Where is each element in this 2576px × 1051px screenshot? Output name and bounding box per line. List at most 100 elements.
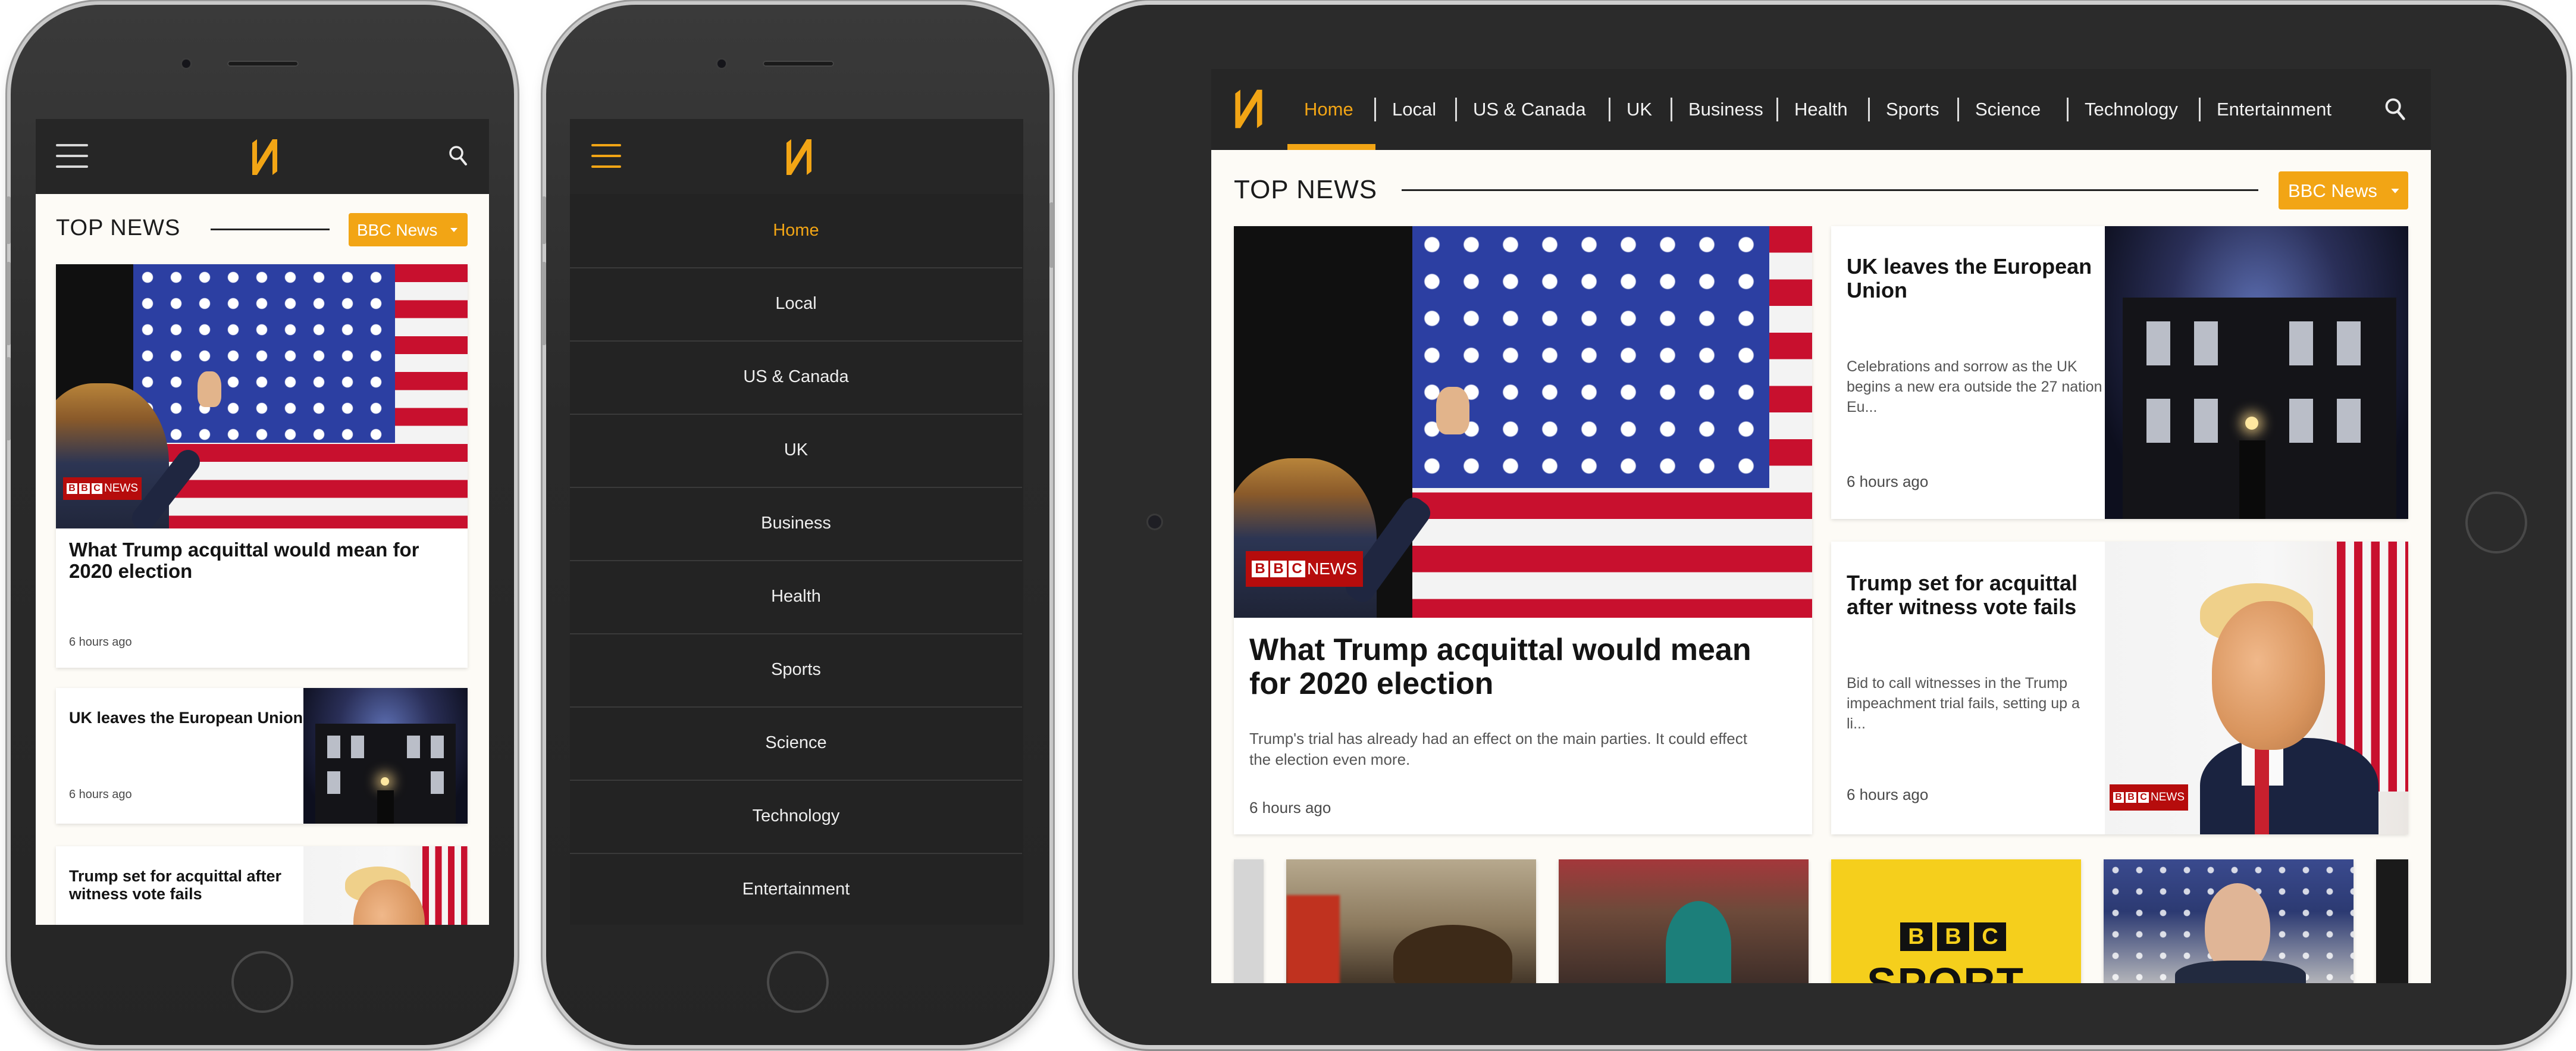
thumb-bbc-sport[interactable]: B B C SPORT	[1831, 859, 2081, 983]
article-image-downing-street	[2105, 226, 2408, 519]
logo-n-icon	[252, 139, 277, 175]
source-dropdown[interactable]: BBC News	[2279, 171, 2408, 209]
article-card-featured[interactable]: BBC NEWS What Trump acquittal would mean…	[1234, 226, 1812, 834]
hamburger-icon[interactable]	[591, 144, 621, 168]
front-camera	[717, 60, 726, 68]
menu-item-business[interactable]: Business	[570, 487, 1022, 561]
section-title: TOP NEWS	[56, 215, 181, 240]
home-button[interactable]	[231, 951, 293, 1013]
article-title[interactable]: What Trump acquittal would mean for 2020…	[1249, 633, 1797, 701]
mute-switch	[7, 196, 11, 244]
logo-n-icon	[786, 139, 811, 175]
nav-tab-uk[interactable]: UK	[1627, 69, 1652, 150]
article-title[interactable]: UK leaves the European Union	[69, 709, 307, 727]
menu-item-home[interactable]: Home	[570, 194, 1022, 268]
nav-tab-us-canada[interactable]: US & Canada	[1473, 69, 1586, 150]
menu-item-uk[interactable]: UK	[570, 414, 1022, 488]
source-dropdown[interactable]: BBC News	[349, 213, 468, 246]
volume-up-button	[7, 262, 11, 345]
article-card-uk-eu[interactable]: UK leaves the European Union Celebration…	[1831, 226, 2408, 519]
bbc-news-badge: BBC NEWS	[63, 477, 142, 500]
thumb-crowd[interactable]	[1559, 859, 1809, 983]
section-title: TOP NEWS	[1234, 175, 1378, 204]
menu-item-us-canada[interactable]: US & Canada	[570, 340, 1022, 415]
search-icon[interactable]	[2384, 98, 2406, 121]
bbc-sport-wordmark: SPORT	[1867, 958, 2025, 983]
article-excerpt: Bid to call witnesses in the Trump impea…	[1847, 675, 2080, 732]
article-card-featured[interactable]: BBC NEWS What Trump acquittal would mean…	[56, 264, 468, 668]
nav-separator	[1455, 98, 1457, 121]
article-card-trump-vote[interactable]: Trump set for acquittal after witness vo…	[56, 846, 468, 925]
nav-separator	[2199, 98, 2201, 121]
menu-item-sports[interactable]: Sports	[570, 633, 1022, 708]
mute-switch	[542, 196, 546, 244]
tablet-navbar: Home Local US & Canada UK Business Healt…	[1211, 69, 2431, 150]
nav-separator	[1671, 98, 1672, 121]
nav-tab-health[interactable]: Health	[1794, 69, 1848, 150]
mobile-navbar	[570, 119, 1023, 194]
nav-tab-sports[interactable]: Sports	[1886, 69, 1939, 150]
nav-tab-science[interactable]: Science	[1975, 69, 2041, 150]
feed-content: TOP NEWS BBC News BBC NEWS What Trump ac…	[36, 194, 489, 925]
article-excerpt: Trump's trial has already had an effect …	[1249, 730, 1747, 769]
caret-down-icon	[450, 228, 457, 232]
volume-up-button	[542, 262, 546, 345]
article-image-downing-street	[303, 688, 468, 824]
search-icon[interactable]	[449, 145, 468, 167]
carousel-partial-right[interactable]	[2376, 859, 2408, 983]
menu-item-science[interactable]: Science	[570, 706, 1022, 781]
brand-logo[interactable]	[1233, 87, 1266, 133]
article-title[interactable]: Trump set for acquittal after witness vo…	[1847, 571, 2102, 618]
menu-item-technology[interactable]: Technology	[570, 780, 1022, 854]
menu-item-local[interactable]: Local	[570, 267, 1022, 342]
nav-tab-business[interactable]: Business	[1688, 69, 1763, 150]
mobile-navbar	[36, 119, 489, 194]
front-camera	[1148, 515, 1161, 528]
article-title[interactable]: UK leaves the European Union	[1847, 255, 2102, 302]
article-time: 6 hours ago	[1249, 799, 1331, 817]
article-time: 6 hours ago	[1847, 786, 1929, 803]
earpiece-speaker	[763, 61, 834, 67]
volume-down-button	[7, 357, 11, 440]
nav-separator	[1609, 98, 1610, 121]
nav-separator	[2067, 98, 2069, 121]
menu-item-entertainment[interactable]: Entertainment	[570, 853, 1022, 925]
menu-item-health[interactable]: Health	[570, 560, 1022, 634]
nav-separator	[1374, 98, 1376, 121]
nav-tab-technology[interactable]: Technology	[2085, 69, 2178, 150]
home-button[interactable]	[2465, 492, 2527, 553]
source-dropdown-label: BBC News	[2288, 180, 2377, 201]
article-time: 6 hours ago	[69, 788, 132, 801]
power-button	[1049, 202, 1054, 268]
source-dropdown-label: BBC News	[357, 221, 438, 239]
article-time: 6 hours ago	[69, 636, 132, 649]
carousel-partial-left[interactable]	[1234, 859, 1264, 983]
article-card-trump-vote[interactable]: Trump set for acquittal after witness vo…	[1831, 542, 2408, 834]
bbc-news-badge: BBC NEWS	[2110, 784, 2188, 811]
nav-separator	[1868, 98, 1870, 121]
brand-logo[interactable]	[250, 137, 281, 180]
hamburger-icon[interactable]	[56, 144, 88, 168]
article-image-flag: BBC NEWS	[56, 264, 468, 528]
article-time: 6 hours ago	[1847, 473, 1929, 490]
article-title[interactable]: Trump set for acquittal after witness vo…	[69, 867, 307, 903]
thumb-wall-street-bull[interactable]	[1286, 859, 1536, 983]
article-excerpt: Celebrations and sorrow as the UK begins…	[1847, 358, 2102, 415]
menu-drawer: Home Local US & Canada UK Business Healt…	[570, 194, 1023, 925]
nav-tab-local[interactable]: Local	[1392, 69, 1436, 150]
title-rule	[1402, 189, 2258, 191]
brand-logo[interactable]	[784, 137, 815, 180]
title-rule	[211, 229, 330, 230]
nav-separator	[1957, 98, 1959, 121]
article-image-trump	[303, 846, 468, 925]
article-title[interactable]: What Trump acquittal would mean for 2020…	[69, 539, 456, 583]
home-button[interactable]	[767, 951, 829, 1013]
thumb-bernie-sanders[interactable]	[2104, 859, 2354, 983]
bbc-news-badge: BBC NEWS	[1246, 551, 1363, 587]
article-card-uk-eu[interactable]: UK leaves the European Union 6 hours ago	[56, 688, 468, 824]
bbc-sport-logo-blocks: B B C	[1900, 922, 2006, 951]
nav-tab-home[interactable]: Home	[1304, 69, 1353, 150]
nav-tab-entertainment[interactable]: Entertainment	[2217, 69, 2331, 150]
logo-n-icon	[1235, 89, 1262, 129]
tablet-content: TOP NEWS BBC News BBC NEWS What Trump ac…	[1211, 150, 2431, 983]
